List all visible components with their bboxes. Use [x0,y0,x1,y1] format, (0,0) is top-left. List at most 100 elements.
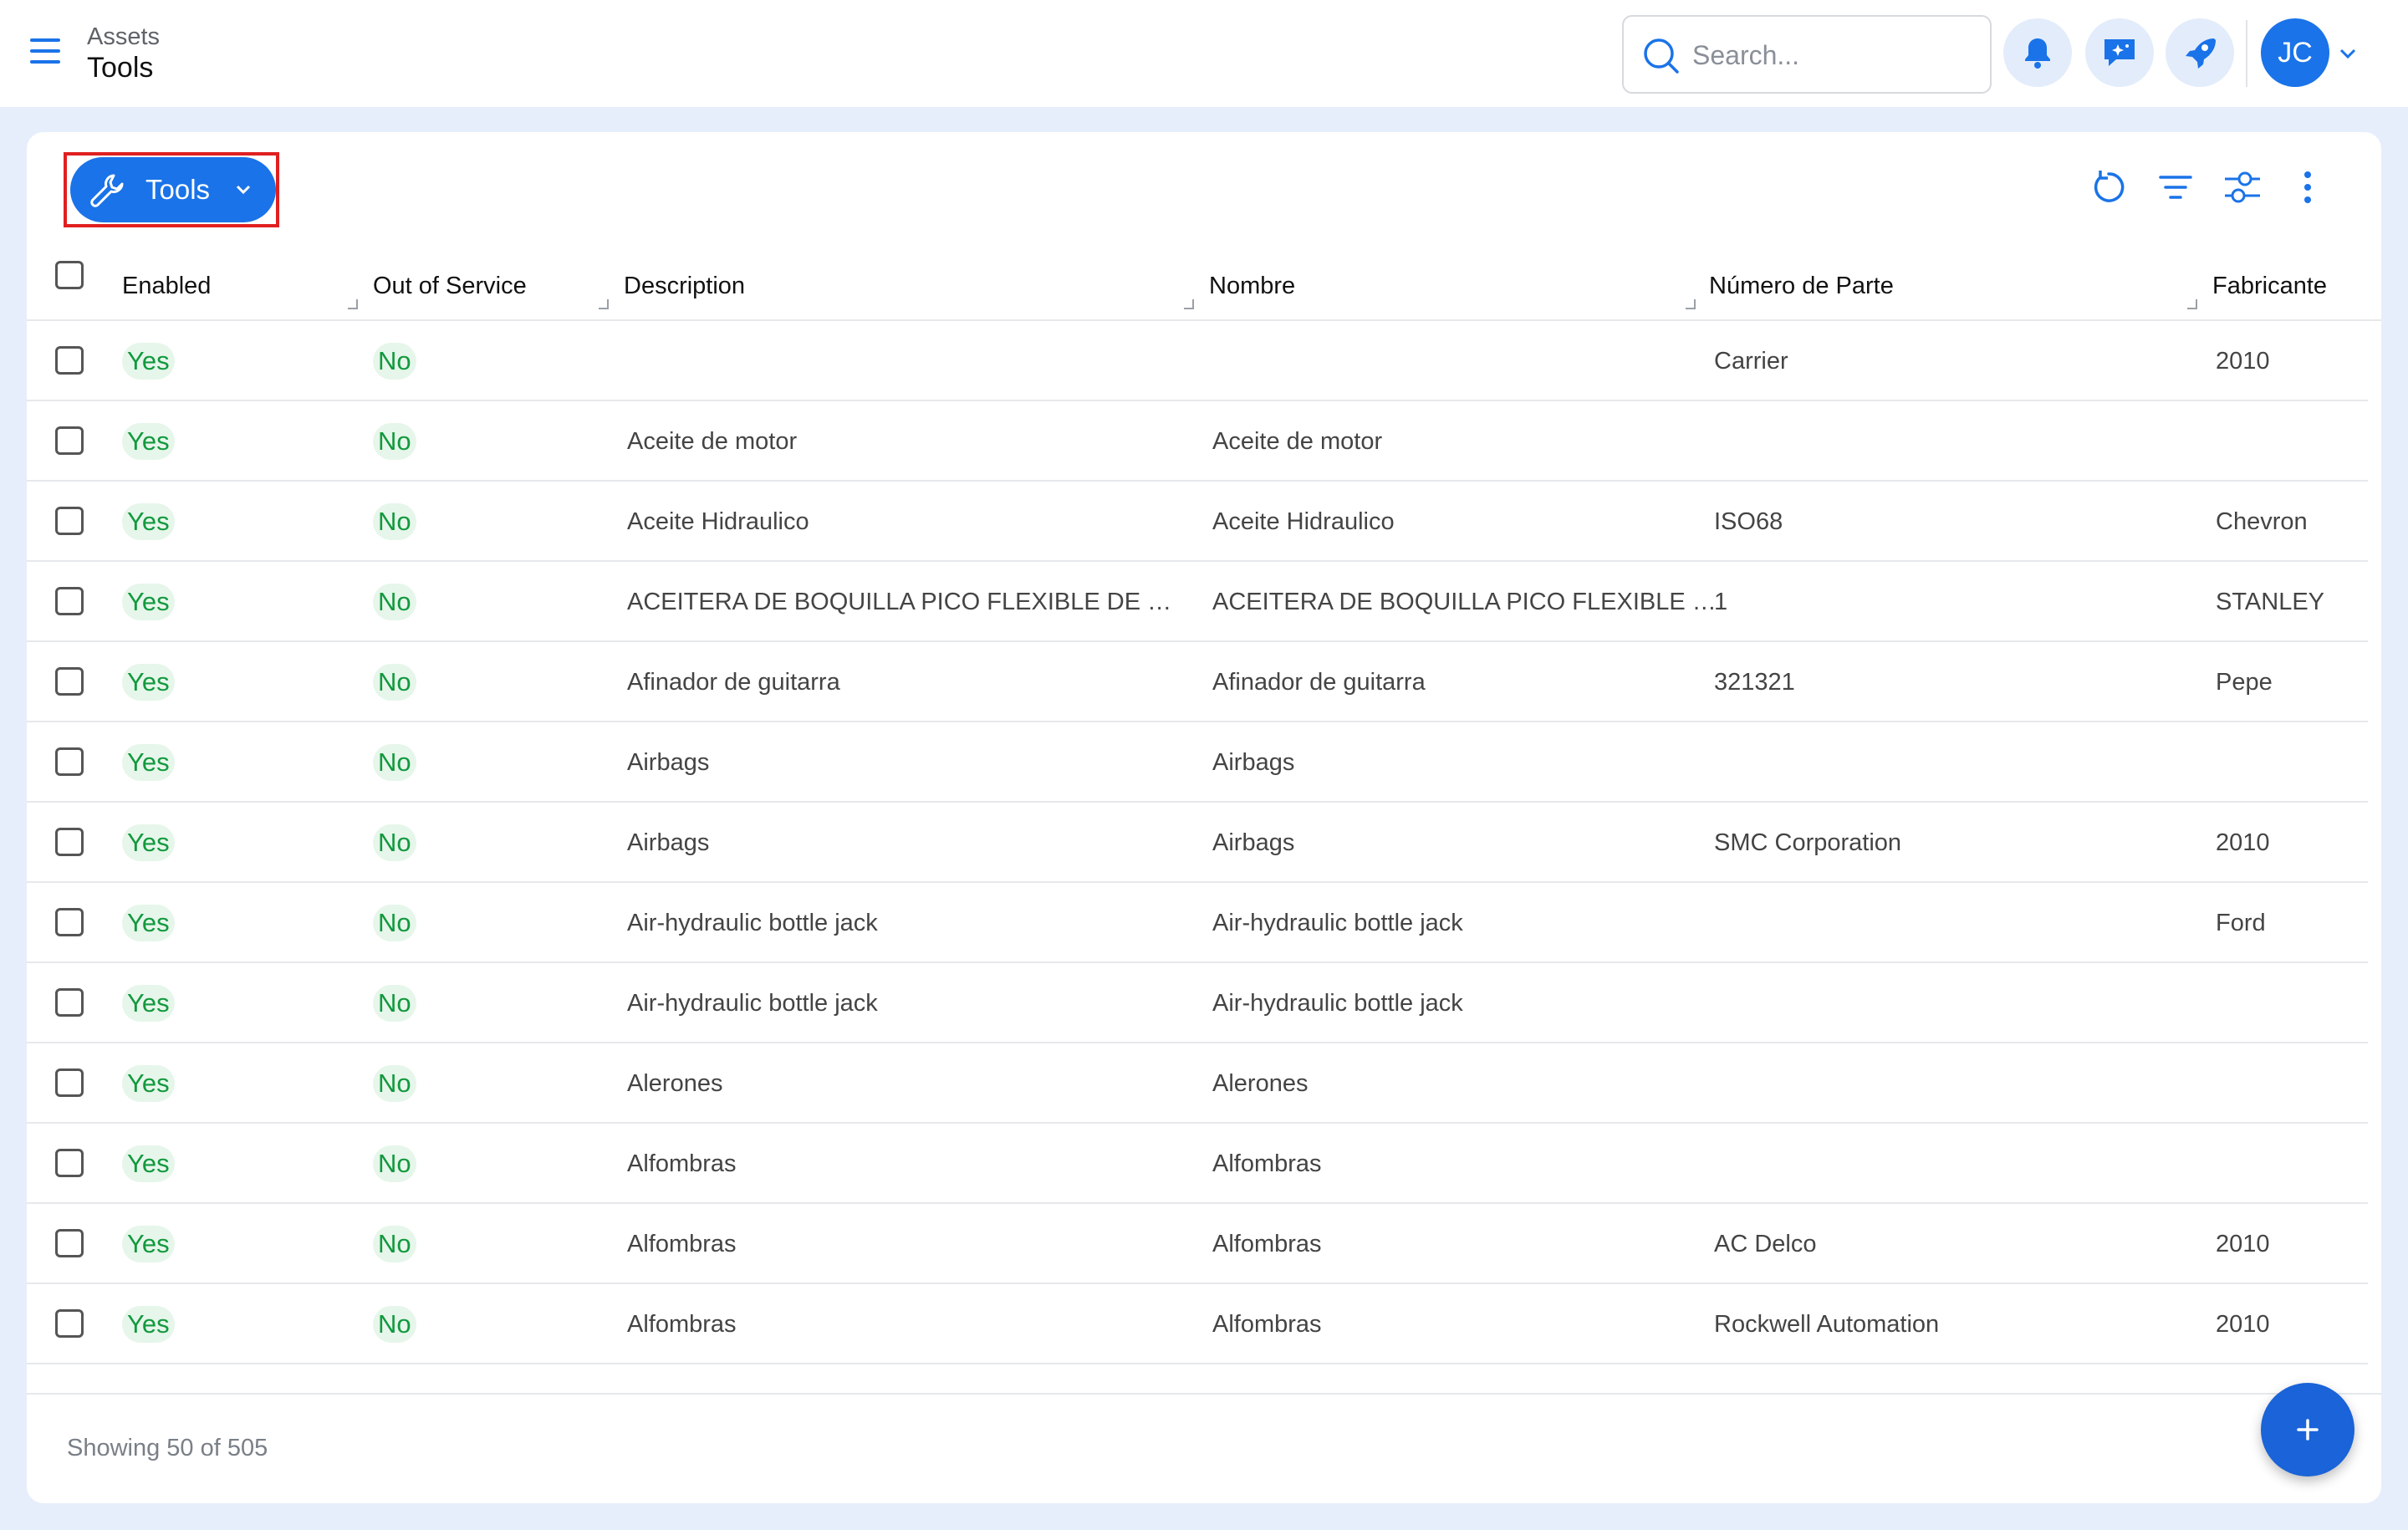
out-of-service-badge: No [373,423,416,460]
enabled-badge: Yes [122,503,175,540]
table-row[interactable]: Yes No Carrier 2010 [27,321,2368,401]
nombre-cell: Alfombras [1212,1231,1322,1257]
out-of-service-badge: No [373,824,416,861]
column-resize-handle[interactable] [1184,299,1194,309]
table-row[interactable]: Yes No Aceite Hidraulico Aceite Hidrauli… [27,482,2368,562]
row-checkbox[interactable] [55,1068,84,1097]
table-row[interactable]: Yes No ACEITERA DE BOQUILLA PICO FLEXIBL… [27,562,2368,642]
wrench-icon [90,174,124,207]
out-of-service-badge: No [373,664,416,701]
filter-button[interactable] [2152,164,2199,211]
view-selector-button[interactable]: Tools [70,157,276,222]
table-row[interactable]: Yes No Alerones Alerones [27,1043,2368,1124]
table-row[interactable]: Yes No Air-hydraulic bottle jack Air-hyd… [27,883,2368,963]
description-cell: Alfombras [627,1150,737,1177]
column-resize-handle[interactable] [2187,299,2197,309]
column-header-nombre[interactable]: Nombre [1209,273,1295,300]
pagination-summary: Showing 50 of 505 [67,1435,268,1461]
row-checkbox[interactable] [55,346,84,375]
nombre-cell: Airbags [1212,829,1295,856]
out-of-service-badge: No [373,503,416,540]
fabricante-cell: 2010 [2216,829,2270,856]
plus-icon [2297,1419,2319,1441]
nombre-cell: Airbags [1212,749,1295,776]
footer-divider [27,1393,2381,1395]
row-checkbox[interactable] [55,587,84,615]
more-vertical-icon [2304,171,2311,203]
select-all-checkbox[interactable] [55,261,84,289]
enabled-badge: Yes [122,1065,175,1102]
header-divider [2246,20,2247,87]
table-row[interactable]: Yes No Afinador de guitarra Afinador de … [27,642,2368,722]
row-checkbox[interactable] [55,667,84,696]
fabricante-cell: 2010 [2216,348,2270,375]
nombre-cell: Air-hydraulic bottle jack [1212,990,1463,1017]
add-tool-button[interactable] [2261,1383,2354,1476]
fabricante-cell: Chevron [2216,508,2308,535]
description-cell: Air-hydraulic bottle jack [627,990,878,1017]
search-box[interactable] [1622,15,1992,94]
column-resize-handle[interactable] [599,299,609,309]
column-resize-handle[interactable] [1686,299,1696,309]
search-icon [1644,38,1679,74]
column-header-enabled[interactable]: Enabled [122,273,211,300]
column-header-out-of-service[interactable]: Out of Service [373,273,527,300]
launch-button[interactable] [2166,18,2234,87]
chevron-down-icon [236,185,251,195]
refresh-button[interactable] [2085,164,2132,211]
out-of-service-badge: No [373,584,416,620]
tools-table-card: Tools Enabled Out of Service Description… [27,132,2381,1503]
bell-icon [2025,38,2050,69]
table-row[interactable]: Yes No Airbags Airbags SMC Corporation 2… [27,803,2368,883]
column-header-numero-de-parte[interactable]: Número de Parte [1709,273,1894,300]
nombre-cell: Aceite Hidraulico [1212,508,1395,535]
view-selector-label: Tools [145,174,211,205]
out-of-service-badge: No [373,343,416,380]
out-of-service-badge: No [373,1226,416,1262]
row-checkbox[interactable] [55,1149,84,1177]
description-cell: ACEITERA DE BOQUILLA PICO FLEXIBLE DE 50… [627,589,1176,615]
column-resize-handle[interactable] [348,299,358,309]
numero-parte-cell: Rockwell Automation [1714,1311,1940,1338]
column-header-fabricante[interactable]: Fabricante [2212,273,2327,300]
table-row[interactable]: Yes No Alfombras Alfombras Rockwell Auto… [27,1284,2368,1364]
row-checkbox[interactable] [55,828,84,856]
enabled-badge: Yes [122,905,175,941]
nombre-cell: ACEITERA DE BOQUILLA PICO FLEXIBLE DE... [1212,589,1724,615]
description-cell: Aceite Hidraulico [627,508,809,535]
row-checkbox[interactable] [55,1229,84,1257]
row-checkbox[interactable] [55,747,84,776]
hamburger-menu-icon[interactable] [30,38,64,67]
table-row[interactable]: Yes No Aceite de motor Aceite de motor [27,401,2368,482]
row-checkbox[interactable] [55,1309,84,1338]
table-row[interactable]: Yes No Air-hydraulic bottle jack Air-hyd… [27,963,2368,1043]
more-options-button[interactable] [2284,164,2331,211]
top-bar: Assets Tools JC [0,0,2408,107]
table-row[interactable]: Yes No Alfombras Alfombras [27,1124,2368,1204]
numero-parte-cell: ISO68 [1714,508,1783,535]
avatar[interactable]: JC [2261,18,2329,87]
columns-settings-button[interactable] [2219,164,2266,211]
description-cell: Air-hydraulic bottle jack [627,910,878,936]
enabled-badge: Yes [122,1145,175,1182]
search-input[interactable] [1692,33,1977,77]
row-checkbox[interactable] [55,507,84,535]
breadcrumb-parent[interactable]: Assets [87,23,160,51]
column-header-description[interactable]: Description [624,273,745,300]
table-row[interactable]: Yes No Airbags Airbags [27,722,2368,803]
filter-icon [2159,176,2192,199]
description-cell: Alfombras [627,1231,737,1257]
fabricante-cell: Ford [2216,910,2266,936]
nombre-cell: Afinador de guitarra [1212,669,1426,696]
row-checkbox[interactable] [55,908,84,936]
rocket-icon [2186,38,2216,69]
nombre-cell: Alfombras [1212,1150,1322,1177]
row-checkbox[interactable] [55,988,84,1017]
chat-assistant-button[interactable] [2085,18,2154,87]
table-row[interactable]: Yes No Alfombras Alfombras AC Delco 2010 [27,1204,2368,1284]
notifications-button[interactable] [2003,18,2072,87]
description-cell: Afinador de guitarra [627,669,840,696]
chevron-down-icon[interactable] [2336,43,2360,64]
row-checkbox[interactable] [55,426,84,455]
enabled-badge: Yes [122,985,175,1022]
